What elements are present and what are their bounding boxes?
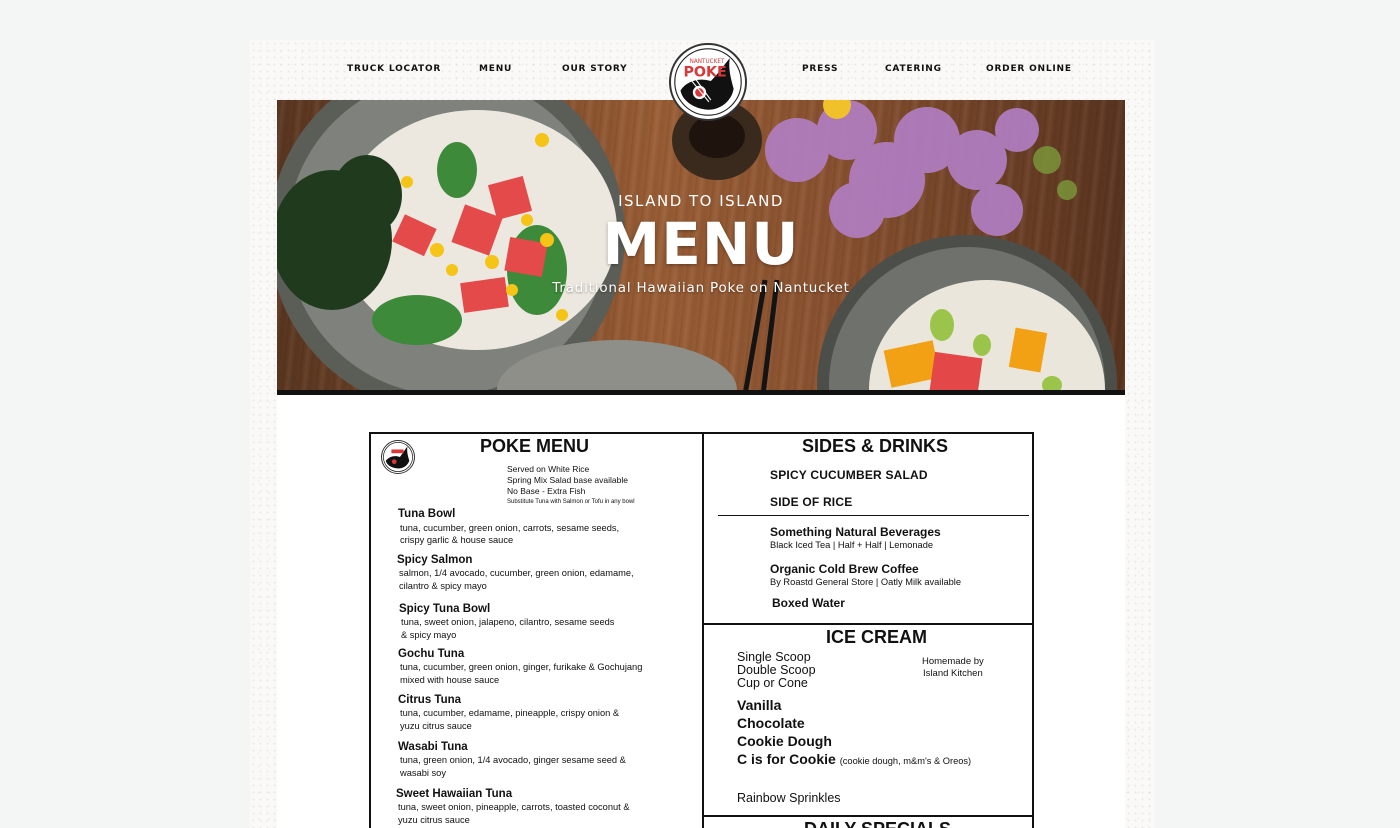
nav-our-story[interactable]: OUR STORY bbox=[562, 64, 627, 74]
nav-menu[interactable]: MENU bbox=[479, 64, 512, 74]
menu-logo-icon bbox=[381, 440, 415, 474]
daily-specials-title: DAILY SPECIALS bbox=[804, 819, 951, 828]
menu-item-desc: tuna, green onion, 1/4 avocado, ginger s… bbox=[400, 755, 626, 765]
menu-item-name: Gochu Tuna bbox=[398, 648, 465, 660]
side-item: SPICY CUCUMBER SALAD bbox=[770, 468, 928, 482]
nav-press[interactable]: PRESS bbox=[802, 64, 838, 74]
section-rule bbox=[704, 623, 1034, 625]
served-line: Spring Mix Salad base available bbox=[507, 475, 628, 485]
drink-name: Organic Cold Brew Coffee bbox=[770, 562, 919, 576]
menu-item-name: Spicy Tuna Bowl bbox=[399, 603, 491, 615]
sides-rule bbox=[718, 515, 1029, 516]
nav-order-online[interactable]: ORDER ONLINE bbox=[986, 64, 1072, 74]
menu-item-name: Sweet Hawaiian Tuna bbox=[396, 788, 513, 800]
menu-item-desc: tuna, sweet onion, jalapeno, cilantro, s… bbox=[401, 617, 615, 627]
section-rule bbox=[704, 815, 1034, 817]
drink-desc: By Roastd General Store | Oatly Milk ava… bbox=[770, 577, 962, 587]
flavor: Chocolate bbox=[737, 715, 805, 731]
menu-item-desc: tuna, cucumber, green onion, ginger, fur… bbox=[400, 662, 643, 672]
flavor: C is for Cookie bbox=[737, 751, 836, 767]
flavor: Cookie Dough bbox=[737, 733, 832, 749]
menu-item-name: Tuna Bowl bbox=[398, 508, 456, 520]
scoop-size: Cup or Cone bbox=[737, 676, 808, 690]
served-line: Served on White Rice bbox=[507, 464, 590, 474]
site-logo[interactable]: NANTUCKET POKE bbox=[669, 43, 747, 121]
menu-item-desc: cilantro & spicy mayo bbox=[399, 581, 487, 591]
menu-content: POKE MENU Served on White Rice Spring Mi… bbox=[277, 395, 1125, 828]
menu-item-name: Spicy Salmon bbox=[397, 554, 473, 566]
menu-item-desc: mixed with house sauce bbox=[400, 675, 500, 685]
menu-item-desc: wasabi soy bbox=[400, 768, 446, 778]
nav-catering[interactable]: CATERING bbox=[885, 64, 942, 74]
menu-item-desc: tuna, sweet onion, pineapple, carrots, t… bbox=[398, 802, 630, 812]
nantucket-poke-logo: NANTUCKET POKE bbox=[674, 48, 742, 116]
flavor-note: (cookie dough, m&m's & Oreos) bbox=[839, 756, 972, 766]
nav-truck-locator[interactable]: TRUCK LOCATOR bbox=[347, 64, 441, 74]
menu-item-name: Wasabi Tuna bbox=[398, 741, 468, 753]
homemade-note: Homemade by Island Kitchen bbox=[922, 656, 984, 680]
homemade-line: Island Kitchen bbox=[923, 668, 983, 679]
hero-tagline: ISLAND TO ISLAND bbox=[618, 192, 784, 210]
sides-title: SIDES & DRINKS bbox=[802, 436, 949, 456]
menu-item-desc: yuzu citrus sauce bbox=[400, 721, 472, 731]
menu-item-desc: tuna, cucumber, green onion, carrots, se… bbox=[400, 523, 620, 533]
hero-title: MENU bbox=[602, 210, 800, 278]
sides-section: SIDES & DRINKS SPICY CUCUMBER SALAD SIDE… bbox=[704, 434, 1034, 828]
sprinkles: Rainbow Sprinkles bbox=[737, 791, 841, 805]
homemade-line: Homemade by bbox=[922, 656, 984, 667]
logo-line2: POKE bbox=[684, 64, 727, 80]
hero-banner: ISLAND TO ISLAND MENU Traditional Hawaii… bbox=[277, 100, 1125, 395]
menu-item-desc: crispy garlic & house sauce bbox=[400, 535, 514, 545]
page: TRUCK LOCATOR MENU OUR STORY PRESS CATER… bbox=[250, 40, 1155, 828]
flavor: Vanilla bbox=[737, 697, 782, 713]
menu-item-desc: yuzu citrus sauce bbox=[398, 815, 470, 825]
served-notes: Served on White Rice Spring Mix Salad ba… bbox=[507, 464, 635, 508]
drink-desc: Black Iced Tea | Half + Half | Lemonade bbox=[770, 540, 934, 550]
hero-subtitle: Traditional Hawaiian Poke on Nantucket bbox=[552, 280, 850, 296]
menu-item-desc: tuna, cucumber, edamame, pineapple, cris… bbox=[400, 708, 620, 718]
menu-item-desc: & spicy mayo bbox=[401, 630, 457, 640]
flavor-cookie: C is for Cookie (cookie dough, m&m's & O… bbox=[737, 751, 971, 767]
substitute-note: Substitute Tuna with Salmon or Tofu in a… bbox=[507, 499, 635, 505]
menu-item-desc: salmon, 1/4 avocado, cucumber, green oni… bbox=[399, 568, 634, 578]
drink-name: Something Natural Beverages bbox=[770, 525, 941, 539]
poke-menu-title: POKE MENU bbox=[480, 436, 590, 456]
served-line: No Base - Extra Fish bbox=[507, 486, 586, 496]
menu-image: POKE MENU Served on White Rice Spring Mi… bbox=[369, 432, 1034, 828]
side-item: SIDE OF RICE bbox=[770, 495, 853, 509]
drink-name: Boxed Water bbox=[772, 596, 845, 610]
ice-cream-title: ICE CREAM bbox=[826, 627, 928, 647]
poke-menu-section: POKE MENU Served on White Rice Spring Mi… bbox=[371, 434, 702, 828]
menu-item-name: Citrus Tuna bbox=[398, 694, 462, 706]
